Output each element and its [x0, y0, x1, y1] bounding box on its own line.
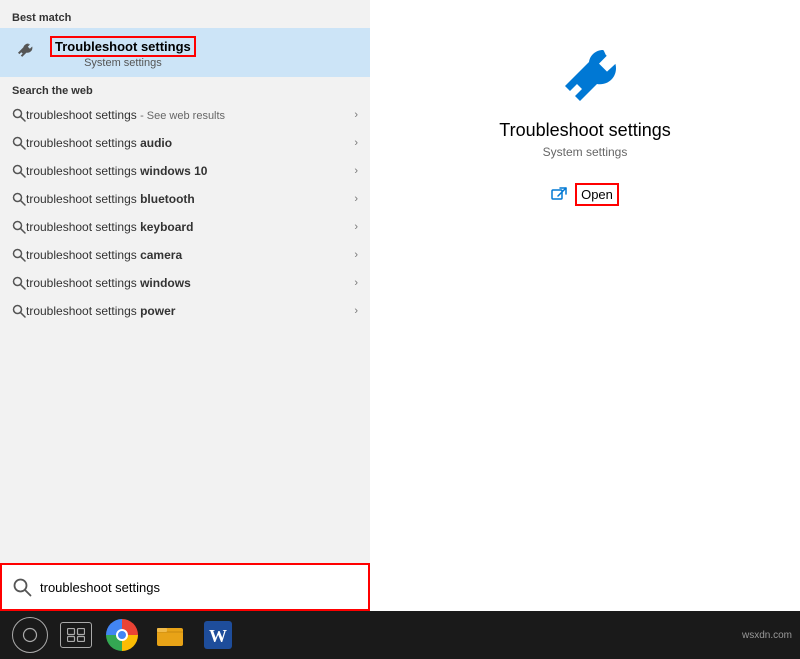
chevron-2: › [354, 165, 358, 177]
taskview-icon [67, 628, 85, 642]
result-text-6: troubleshoot settings windows [26, 276, 350, 290]
chevron-0: › [354, 109, 358, 121]
chevron-3: › [354, 193, 358, 205]
result-text-1: troubleshoot settings audio [26, 136, 350, 150]
result-text-2: troubleshoot settings windows 10 [26, 164, 350, 178]
app-title-large: Troubleshoot settings [499, 120, 670, 141]
search-icon-6 [12, 276, 26, 290]
search-bar-icon [12, 577, 32, 597]
result-bold-5: camera [140, 248, 182, 262]
search-results-list: troubleshoot settings - See web results … [0, 101, 370, 563]
search-icon-2 [12, 164, 26, 178]
result-item-2[interactable]: troubleshoot settings windows 10 › [0, 157, 370, 185]
search-icon-0 [12, 108, 26, 122]
taskbar-cortana-button[interactable] [12, 617, 48, 653]
result-text-5: troubleshoot settings camera [26, 248, 350, 262]
wrench-small-icon [12, 39, 40, 67]
best-match-title: Troubleshoot settings [50, 36, 196, 57]
open-button[interactable]: Open [575, 183, 619, 206]
result-bold-2: windows 10 [140, 164, 207, 178]
search-input[interactable] [40, 580, 358, 595]
result-text-7: troubleshoot settings power [26, 304, 350, 318]
wrench-large-icon [545, 40, 625, 120]
result-item-4[interactable]: troubleshoot settings keyboard › [0, 213, 370, 241]
best-match-label: Best match [0, 8, 370, 28]
chrome-icon [106, 619, 138, 651]
file-explorer-icon [156, 623, 184, 647]
result-bold-4: keyboard [140, 220, 193, 234]
chevron-7: › [354, 305, 358, 317]
svg-text:W: W [209, 626, 227, 646]
cortana-icon [22, 627, 38, 643]
left-panel: Best match Troubleshoot settings System … [0, 0, 370, 611]
result-item-5[interactable]: troubleshoot settings camera › [0, 241, 370, 269]
taskbar-taskview-button[interactable] [60, 622, 92, 648]
chevron-1: › [354, 137, 358, 149]
best-match-item[interactable]: Troubleshoot settings System settings [0, 28, 370, 77]
result-bold-7: power [140, 304, 175, 318]
result-text-4: troubleshoot settings keyboard [26, 220, 350, 234]
best-match-subtitle: System settings [50, 57, 196, 69]
chevron-5: › [354, 249, 358, 261]
action-row: Open [551, 183, 619, 206]
app-subtitle-large: System settings [543, 145, 628, 159]
right-panel: Troubleshoot settings System settings Op… [370, 0, 800, 611]
taskbar-explorer-button[interactable] [152, 617, 188, 653]
result-text-0: troubleshoot settings - See web results [26, 108, 350, 122]
result-item-6[interactable]: troubleshoot settings windows › [0, 269, 370, 297]
search-icon-7 [12, 304, 26, 318]
taskbar: W wsxdn.com [0, 611, 800, 659]
result-item-7[interactable]: troubleshoot settings power › [0, 297, 370, 325]
best-match-text: Troubleshoot settings System settings [50, 36, 196, 69]
word-icon: W [204, 621, 232, 649]
result-bold-3: bluetooth [140, 192, 195, 206]
search-icon-1 [12, 136, 26, 150]
search-icon-4 [12, 220, 26, 234]
chevron-4: › [354, 221, 358, 233]
best-match-section: Best match Troubleshoot settings System … [0, 0, 370, 77]
search-web-label: Search the web [0, 77, 370, 101]
result-item-3[interactable]: troubleshoot settings bluetooth › [0, 185, 370, 213]
search-icon-3 [12, 192, 26, 206]
chrome-inner [116, 629, 128, 641]
search-bar-container [0, 563, 370, 611]
main-container: Best match Troubleshoot settings System … [0, 0, 800, 611]
result-item-1[interactable]: troubleshoot settings audio › [0, 129, 370, 157]
search-icon-5 [12, 248, 26, 262]
result-text-3: troubleshoot settings bluetooth [26, 192, 350, 206]
result-bold-1: audio [140, 136, 172, 150]
taskbar-word-button[interactable]: W [200, 617, 236, 653]
watermark: wsxdn.com [742, 630, 792, 641]
see-web-results: - See web results [140, 110, 225, 122]
chevron-6: › [354, 277, 358, 289]
result-item-0[interactable]: troubleshoot settings - See web results … [0, 101, 370, 129]
result-bold-6: windows [140, 276, 191, 290]
taskbar-chrome-button[interactable] [104, 617, 140, 653]
open-in-window-icon [551, 187, 567, 203]
